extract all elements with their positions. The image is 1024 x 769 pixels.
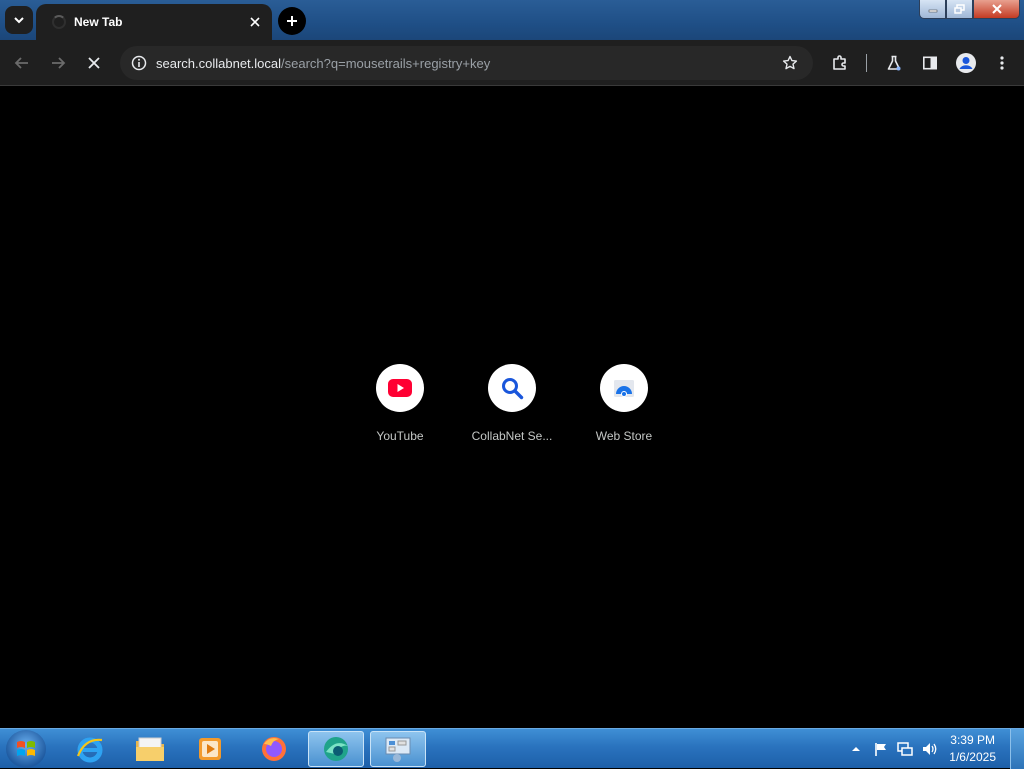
shortcut-icon-tile [376,364,424,412]
youtube-icon [388,379,412,397]
flag-icon[interactable] [873,741,889,757]
shortcut-icon-tile [488,364,536,412]
taskbar-internet-explorer[interactable] [62,731,118,767]
chevron-down-icon [14,17,24,24]
bookmark-button[interactable] [773,55,807,71]
extensions-button[interactable] [826,49,854,77]
restore-button[interactable] [946,0,973,19]
close-window-button[interactable] [973,0,1020,19]
puzzle-icon [833,55,846,70]
control-panel-icon [385,737,411,762]
shortcut-label: CollabNet Se... [471,429,553,443]
star-icon [782,55,798,70]
window-controls [919,0,1020,19]
labs-button[interactable] [880,49,908,77]
avatar-icon [956,53,976,73]
plus-icon [287,16,297,26]
volume-icon[interactable] [921,741,939,757]
close-icon [88,57,100,69]
close-icon [991,4,1002,14]
url-text[interactable]: search.collabnet.local/search?q=mousetra… [156,56,773,71]
web-store-icon [614,380,634,397]
more-vertical-icon [1000,56,1004,70]
show-desktop-button[interactable] [1010,729,1024,769]
browser-icon [324,737,348,761]
shortcut-youtube[interactable]: YouTube [344,364,456,443]
clock-time: 3:39 PM [950,733,995,747]
minimize-button[interactable] [919,0,946,19]
arrow-left-icon [14,57,28,69]
browser-toolbar: search.collabnet.local/search?q=mousetra… [0,40,1024,86]
shortcut-collabnet-search[interactable]: CollabNet Se... [456,364,568,443]
tab-new-tab[interactable]: New Tab [36,4,272,40]
network-icon[interactable] [897,741,914,757]
info-icon [131,55,147,71]
windows-logo-icon [17,741,35,756]
forward-button[interactable] [44,49,72,77]
shortcut-web-store[interactable]: Web Store [568,364,680,443]
tab-search-button[interactable] [5,6,33,34]
clock-date: 1/6/2025 [949,750,996,764]
shortcut-label: Web Store [595,429,653,443]
site-info-button[interactable] [122,55,156,71]
system-tray: 3:39 PM 1/6/2025 [849,729,1024,769]
taskbar-firefox[interactable] [246,731,302,767]
search-icon [502,378,524,400]
close-icon [250,17,260,27]
title-bar: New Tab [0,0,1024,40]
start-button[interactable] [6,730,46,768]
taskbar-media-player[interactable] [182,731,238,767]
toolbar-separator [866,54,867,72]
address-bar[interactable]: search.collabnet.local/search?q=mousetra… [120,46,813,80]
shortcut-icon-tile [600,364,648,412]
new-tab-button[interactable] [278,7,306,35]
side-panel-button[interactable] [916,49,944,77]
taskbar-control-panel[interactable] [370,731,426,767]
url-host: search.collabnet.local [156,55,282,71]
stop-loading-button[interactable] [80,49,108,77]
minimize-icon [928,9,937,13]
arrow-right-icon [52,57,66,69]
side-panel-icon [922,56,937,70]
back-button[interactable] [8,49,36,77]
profile-button[interactable] [952,49,980,77]
url-path: /search?q=mousetrails+registry+key [281,55,491,71]
internet-explorer-icon [76,737,103,763]
show-hidden-icons-icon[interactable] [849,744,863,754]
restore-icon [954,4,965,14]
flask-icon [887,55,901,71]
clock[interactable]: 3:39 PM 1/6/2025 [949,732,996,766]
taskbar-file-explorer[interactable] [122,731,178,767]
taskbar-browser[interactable] [308,731,364,767]
menu-button[interactable] [988,49,1016,77]
shortcut-label: YouTube [376,429,424,443]
media-player-icon [199,738,221,760]
firefox-icon [262,737,286,761]
tab-title: New Tab [74,15,123,29]
taskbar: 3:39 PM 1/6/2025 [0,728,1024,769]
loading-spinner-icon [52,15,66,29]
file-explorer-icon [136,737,164,761]
tab-close-button[interactable] [246,13,264,31]
